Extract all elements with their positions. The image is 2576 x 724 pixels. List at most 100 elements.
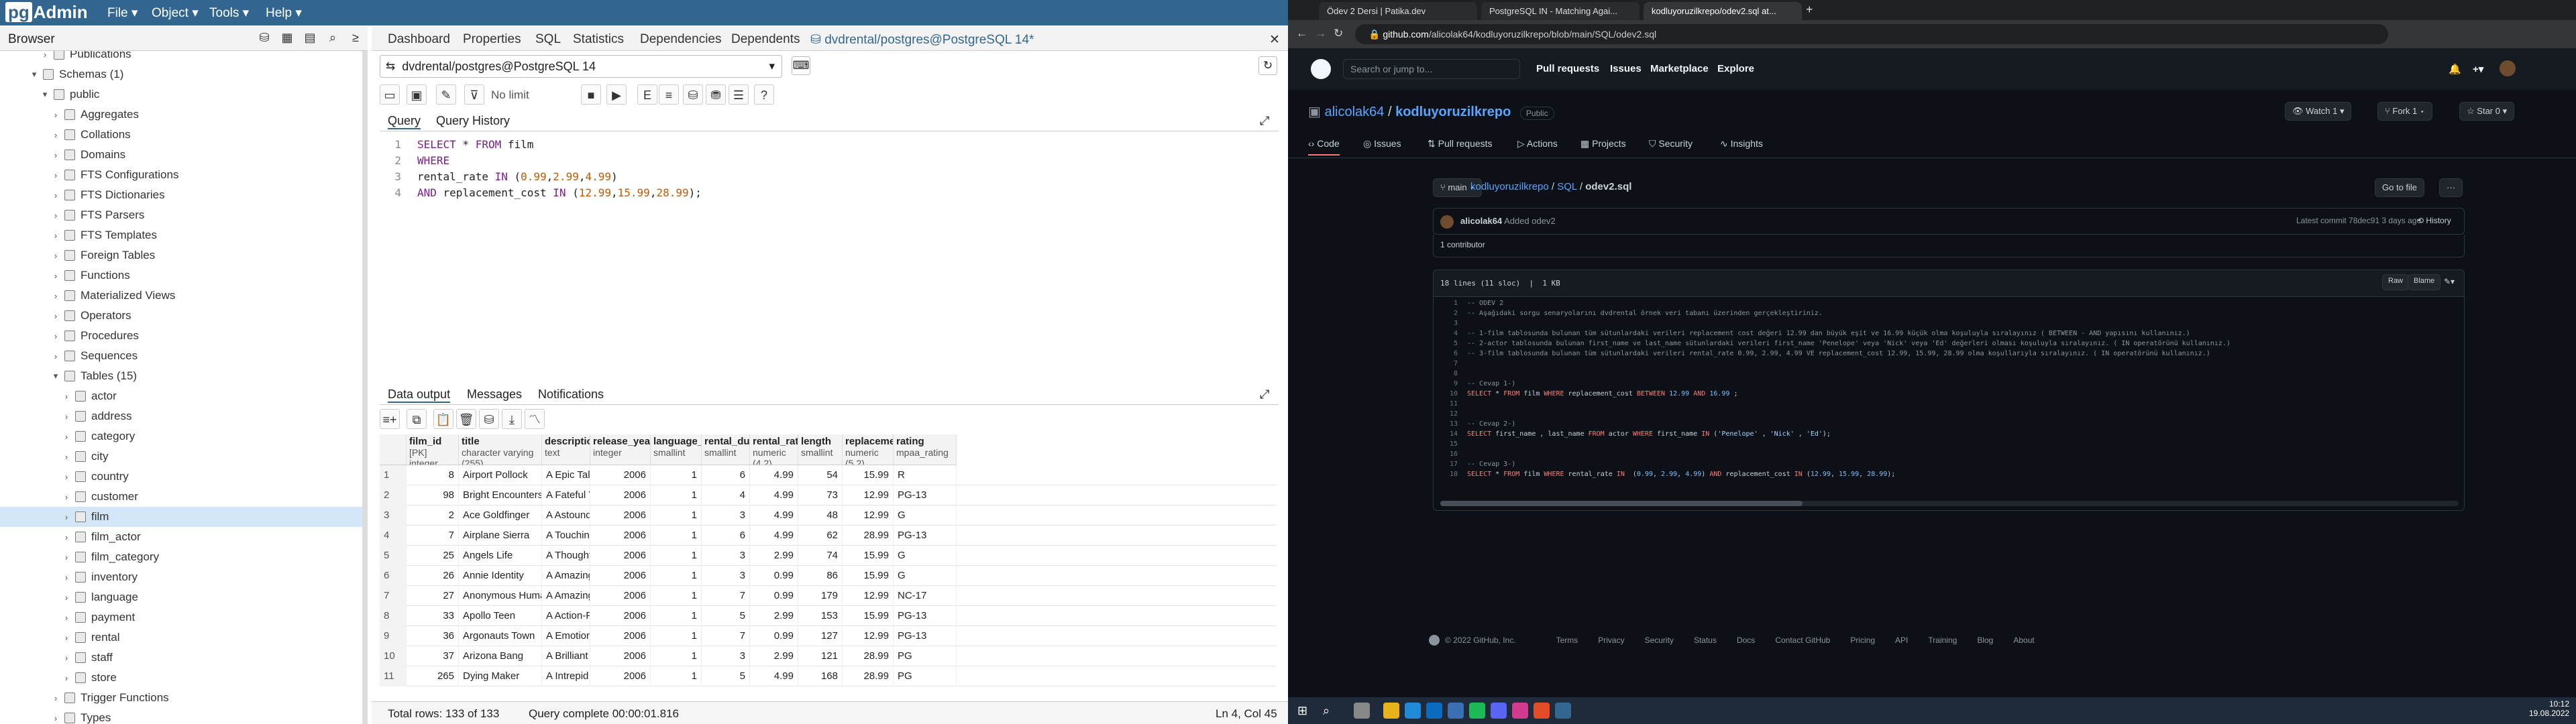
footer-pricing[interactable]: Pricing xyxy=(1850,636,1875,645)
breadcrumb-repo[interactable]: kodluyoruzilkrepo xyxy=(1470,181,1549,192)
chevron-right-icon[interactable]: › xyxy=(62,552,71,562)
table-cell[interactable]: 1 xyxy=(651,626,702,646)
table-cell[interactable]: 1 xyxy=(651,505,702,526)
explain-analyze-icon[interactable]: ≡ xyxy=(659,84,679,105)
save-data-icon[interactable]: ⛁ xyxy=(479,409,499,429)
table-row[interactable]: 18Airport PollockA Epic Tale ...2006164.… xyxy=(380,465,1276,485)
tree-item-schemas-1[interactable]: ▾ Schemas (1) xyxy=(0,64,362,84)
table-cell[interactable]: 3 xyxy=(702,505,750,526)
save-icon[interactable]: ▣ xyxy=(407,84,427,105)
menu-file[interactable]: File ▾ xyxy=(107,5,138,21)
discord-icon[interactable] xyxy=(1491,703,1507,719)
chevron-right-icon[interactable]: › xyxy=(62,572,71,583)
chevron-right-icon[interactable]: › xyxy=(51,331,60,341)
nav-pull-requests[interactable]: Pull requests xyxy=(1536,63,1599,74)
chevron-right-icon[interactable]: › xyxy=(62,613,71,623)
chevron-right-icon[interactable]: › xyxy=(51,311,60,321)
chevron-right-icon[interactable]: › xyxy=(62,472,71,482)
limit-select[interactable]: No limit xyxy=(491,88,529,102)
more-options-button[interactable]: ··· xyxy=(2439,178,2463,197)
table-cell[interactable]: 27 xyxy=(407,586,459,606)
table-cell[interactable]: Airport Pollock xyxy=(459,465,542,485)
go-to-file-button[interactable]: Go to file xyxy=(2375,178,2425,197)
table-cell[interactable]: 127 xyxy=(798,626,843,646)
table-cell[interactable]: 2006 xyxy=(590,465,651,485)
repo-tab-pull-requests[interactable]: ⇅ Pull requests xyxy=(1428,138,1493,149)
chevron-right-icon[interactable]: › xyxy=(51,231,60,241)
table-cell[interactable]: Dying Maker xyxy=(459,666,542,686)
tree-item-country[interactable]: › country xyxy=(0,467,362,487)
chevron-right-icon[interactable]: › xyxy=(62,673,71,683)
file-explorer-icon[interactable] xyxy=(1383,703,1399,719)
table-cell[interactable]: 2006 xyxy=(590,586,651,606)
tab-properties[interactable]: Properties xyxy=(463,32,521,47)
table-cell[interactable]: G xyxy=(894,566,957,586)
pgadmin-taskbar-icon[interactable] xyxy=(1555,703,1571,719)
table-cell[interactable]: 2006 xyxy=(590,505,651,526)
table-cell[interactable]: 15.99 xyxy=(843,465,894,485)
chrome-icon[interactable] xyxy=(1534,703,1550,719)
tree-item-film-actor[interactable]: › film_actor xyxy=(0,527,362,547)
clock[interactable]: 10:12 19.08.2022 xyxy=(2529,699,2569,718)
commit-icon[interactable]: ⛁ xyxy=(683,84,703,105)
tree-item-fts-parsers[interactable]: › FTS Parsers xyxy=(0,205,362,225)
repo-tab-actions[interactable]: ▷ Actions xyxy=(1517,138,1558,149)
tree-item-sequences[interactable]: › Sequences xyxy=(0,346,362,366)
table-cell[interactable]: Bright Encounters xyxy=(459,485,542,505)
tree-item-materialized-views[interactable]: › Materialized Views xyxy=(0,286,362,306)
mail-icon[interactable] xyxy=(1448,703,1464,719)
table-cell[interactable]: A Amazing ... xyxy=(542,586,590,606)
sql-editor[interactable]: 1 SELECT * FROM film 2 WHERE 3 rental_ra… xyxy=(380,134,1279,389)
tree-item-publications[interactable]: › Publications xyxy=(0,51,362,64)
chevron-right-icon[interactable]: › xyxy=(51,130,60,140)
spotify-icon[interactable] xyxy=(1469,703,1485,719)
add-row-icon[interactable]: ≡+ xyxy=(380,409,400,429)
footer-api[interactable]: API xyxy=(1895,636,1908,645)
column-header-rental-rate[interactable]: rental_ratenumeric (4,2) xyxy=(750,434,798,465)
browser-tab-1[interactable]: Ödev 2 Dersi | Patika.dev xyxy=(1319,2,1477,20)
column-header-description[interactable]: descriptiontext xyxy=(542,434,590,465)
database-icon[interactable]: ⛁ xyxy=(256,31,272,47)
table-cell[interactable]: 2.99 xyxy=(750,606,798,626)
table-cell[interactable]: 4 xyxy=(702,485,750,505)
tab-statistics[interactable]: Statistics xyxy=(573,32,624,47)
table-cell[interactable]: 98 xyxy=(407,485,459,505)
table-cell[interactable]: A Brilliant P... xyxy=(542,646,590,666)
menu-object[interactable]: Object ▾ xyxy=(152,5,199,21)
tab-query-tool[interactable]: ⛁ dvdrental/postgres@PostgreSQL 14* xyxy=(810,32,1034,48)
footer-training[interactable]: Training xyxy=(1928,636,1957,645)
chevron-right-icon[interactable]: › xyxy=(51,210,60,221)
filter-icon[interactable]: ⊽ xyxy=(464,84,484,105)
pencil-icon[interactable]: ✎▾ xyxy=(2444,277,2455,286)
tab-query-history[interactable]: Query History xyxy=(436,114,510,128)
chevron-right-icon[interactable]: › xyxy=(62,653,71,663)
footer-status[interactable]: Status xyxy=(1694,636,1717,645)
graph-icon[interactable]: 〽 xyxy=(525,409,545,429)
tree-item-fts-dictionaries[interactable]: › FTS Dictionaries xyxy=(0,185,362,205)
table-cell[interactable]: A Thoughtf... xyxy=(542,546,590,566)
column-header-length[interactable]: length smallint xyxy=(798,434,843,465)
table-cell[interactable]: 179 xyxy=(798,586,843,606)
table-row[interactable]: 626Annie IdentityA Amazing ...2006130.99… xyxy=(380,566,1276,586)
tree-item-types[interactable]: › Types xyxy=(0,708,362,724)
browser-tab-3[interactable]: kodluyoruzilkrepo/odev2.sql at... xyxy=(1644,2,1802,20)
table-cell[interactable]: Anonymous Human xyxy=(459,586,542,606)
table-cell[interactable]: 5 xyxy=(702,666,750,686)
tree-item-domains[interactable]: › Domains xyxy=(0,145,362,165)
chevron-right-icon[interactable]: › xyxy=(62,391,71,402)
tree-item-procedures[interactable]: › Procedures xyxy=(0,326,362,346)
paste-icon[interactable]: 📋 xyxy=(433,409,453,429)
table-cell[interactable]: 4.99 xyxy=(750,666,798,686)
chevron-right-icon[interactable]: › xyxy=(62,492,71,502)
table-cell[interactable]: 4.99 xyxy=(750,485,798,505)
table-cell[interactable]: 2006 xyxy=(590,526,651,546)
column-header-language-id[interactable]: language_idsmallint xyxy=(651,434,702,465)
table-row[interactable]: 47Airplane SierraA Touching...2006164.99… xyxy=(380,526,1276,546)
table-cell[interactable]: 3 xyxy=(702,546,750,566)
table-cell[interactable]: PG xyxy=(894,646,957,666)
avatar[interactable] xyxy=(2500,60,2516,76)
footer-security[interactable]: Security xyxy=(1645,636,1674,645)
table-cell[interactable]: 2006 xyxy=(590,606,651,626)
chevron-right-icon[interactable]: › xyxy=(62,633,71,643)
forward-icon[interactable]: → xyxy=(1315,27,1326,40)
